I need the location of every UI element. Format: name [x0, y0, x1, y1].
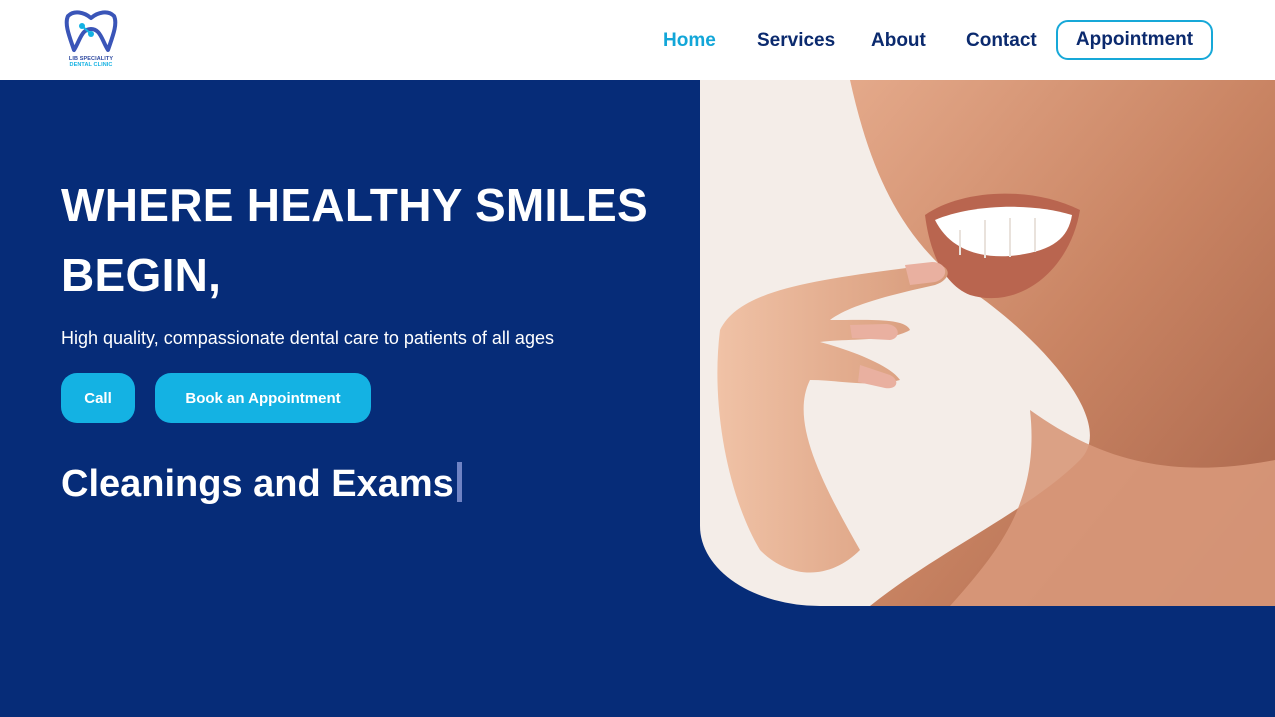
typed-text: Cleanings and Exams: [61, 463, 454, 505]
nav-home[interactable]: Home: [663, 30, 716, 52]
smiling-woman-image: [700, 80, 1275, 606]
appointment-button[interactable]: Appointment: [1056, 20, 1213, 60]
hero-subtitle: High quality, compassionate dental care …: [61, 328, 554, 348]
clinic-logo[interactable]: LIB SPECIALITY DENTAL CLINIC: [62, 10, 120, 70]
nav-about[interactable]: About: [871, 30, 926, 52]
call-button[interactable]: Call: [61, 373, 135, 423]
hero-title: WHERE HEALTHY SMILES BEGIN,: [61, 179, 648, 301]
typed-service-text: Cleanings and Exams: [61, 462, 462, 506]
typing-cursor: [456, 462, 462, 502]
tooth-logo-icon: [64, 10, 118, 52]
navbar: LIB SPECIALITY DENTAL CLINIC Home Servic…: [0, 0, 1275, 80]
hero-section: WHERE HEALTHY SMILES BEGIN, High quality…: [0, 80, 1275, 717]
nav-services[interactable]: Services: [757, 30, 835, 52]
nav-contact[interactable]: Contact: [966, 30, 1037, 52]
logo-text: LIB SPECIALITY DENTAL CLINIC: [62, 56, 120, 68]
logo-text-line2: DENTAL CLINIC: [69, 62, 113, 68]
book-appointment-button[interactable]: Book an Appointment: [155, 373, 371, 423]
